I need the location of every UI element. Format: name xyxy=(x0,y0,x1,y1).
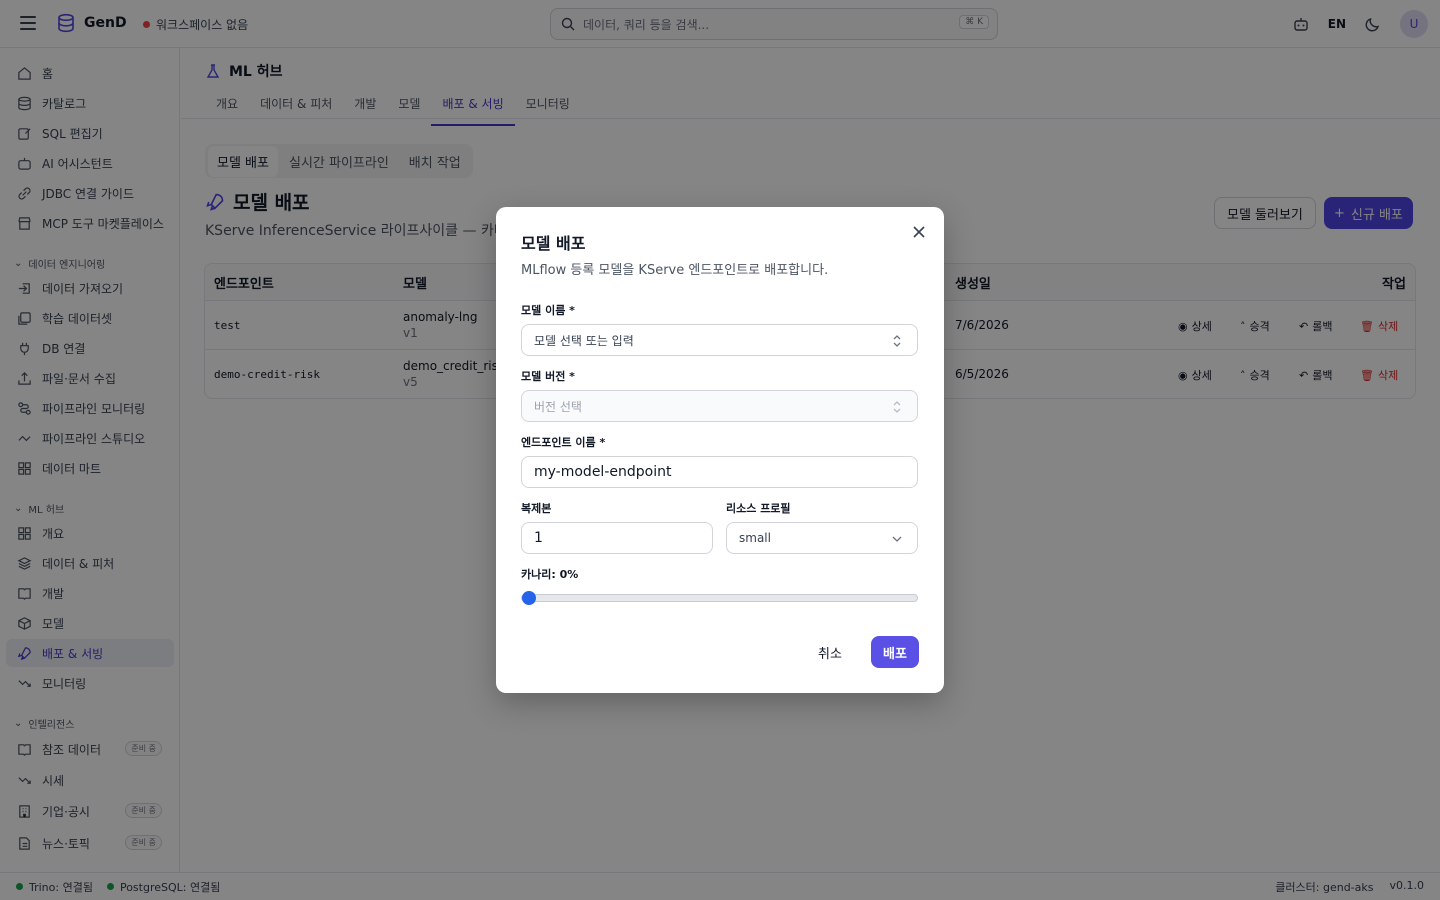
endpoint-name-label: 엔드포인트 이름 * xyxy=(521,436,606,449)
resource-profile-label: 리소스 프로필 xyxy=(726,502,791,515)
model-version-label: 모델 버전 * xyxy=(521,370,575,383)
model-version-select[interactable]: 버전 선택 xyxy=(521,390,918,422)
endpoint-name-field[interactable]: my-model-endpoint xyxy=(521,456,918,488)
chevrons-up-down-icon xyxy=(893,335,901,347)
chevron-down-icon xyxy=(892,536,902,542)
canary-label: 카나리: 0% xyxy=(521,568,579,581)
chevrons-up-down-icon xyxy=(893,401,901,413)
canary-slider-thumb[interactable] xyxy=(522,591,536,605)
dialog-title: 모델 배포 xyxy=(521,234,586,253)
cancel-button[interactable]: 취소 xyxy=(818,637,842,667)
model-name-combobox[interactable]: 모델 선택 또는 입력 xyxy=(521,324,918,356)
canary-slider-track[interactable] xyxy=(521,594,918,602)
replicas-field[interactable]: 1 xyxy=(521,522,713,554)
model-name-label: 모델 이름 * xyxy=(521,304,575,317)
close-icon[interactable] xyxy=(912,225,926,239)
deploy-button[interactable]: 배포 xyxy=(871,636,919,668)
deploy-model-dialog: 모델 배포 MLflow 등록 모델을 KServe 엔드포인트로 배포합니다.… xyxy=(496,207,944,693)
dialog-description: MLflow 등록 모델을 KServe 엔드포인트로 배포합니다. xyxy=(521,263,829,278)
resource-profile-select[interactable]: small xyxy=(726,522,918,554)
replicas-label: 복제본 xyxy=(521,502,552,515)
